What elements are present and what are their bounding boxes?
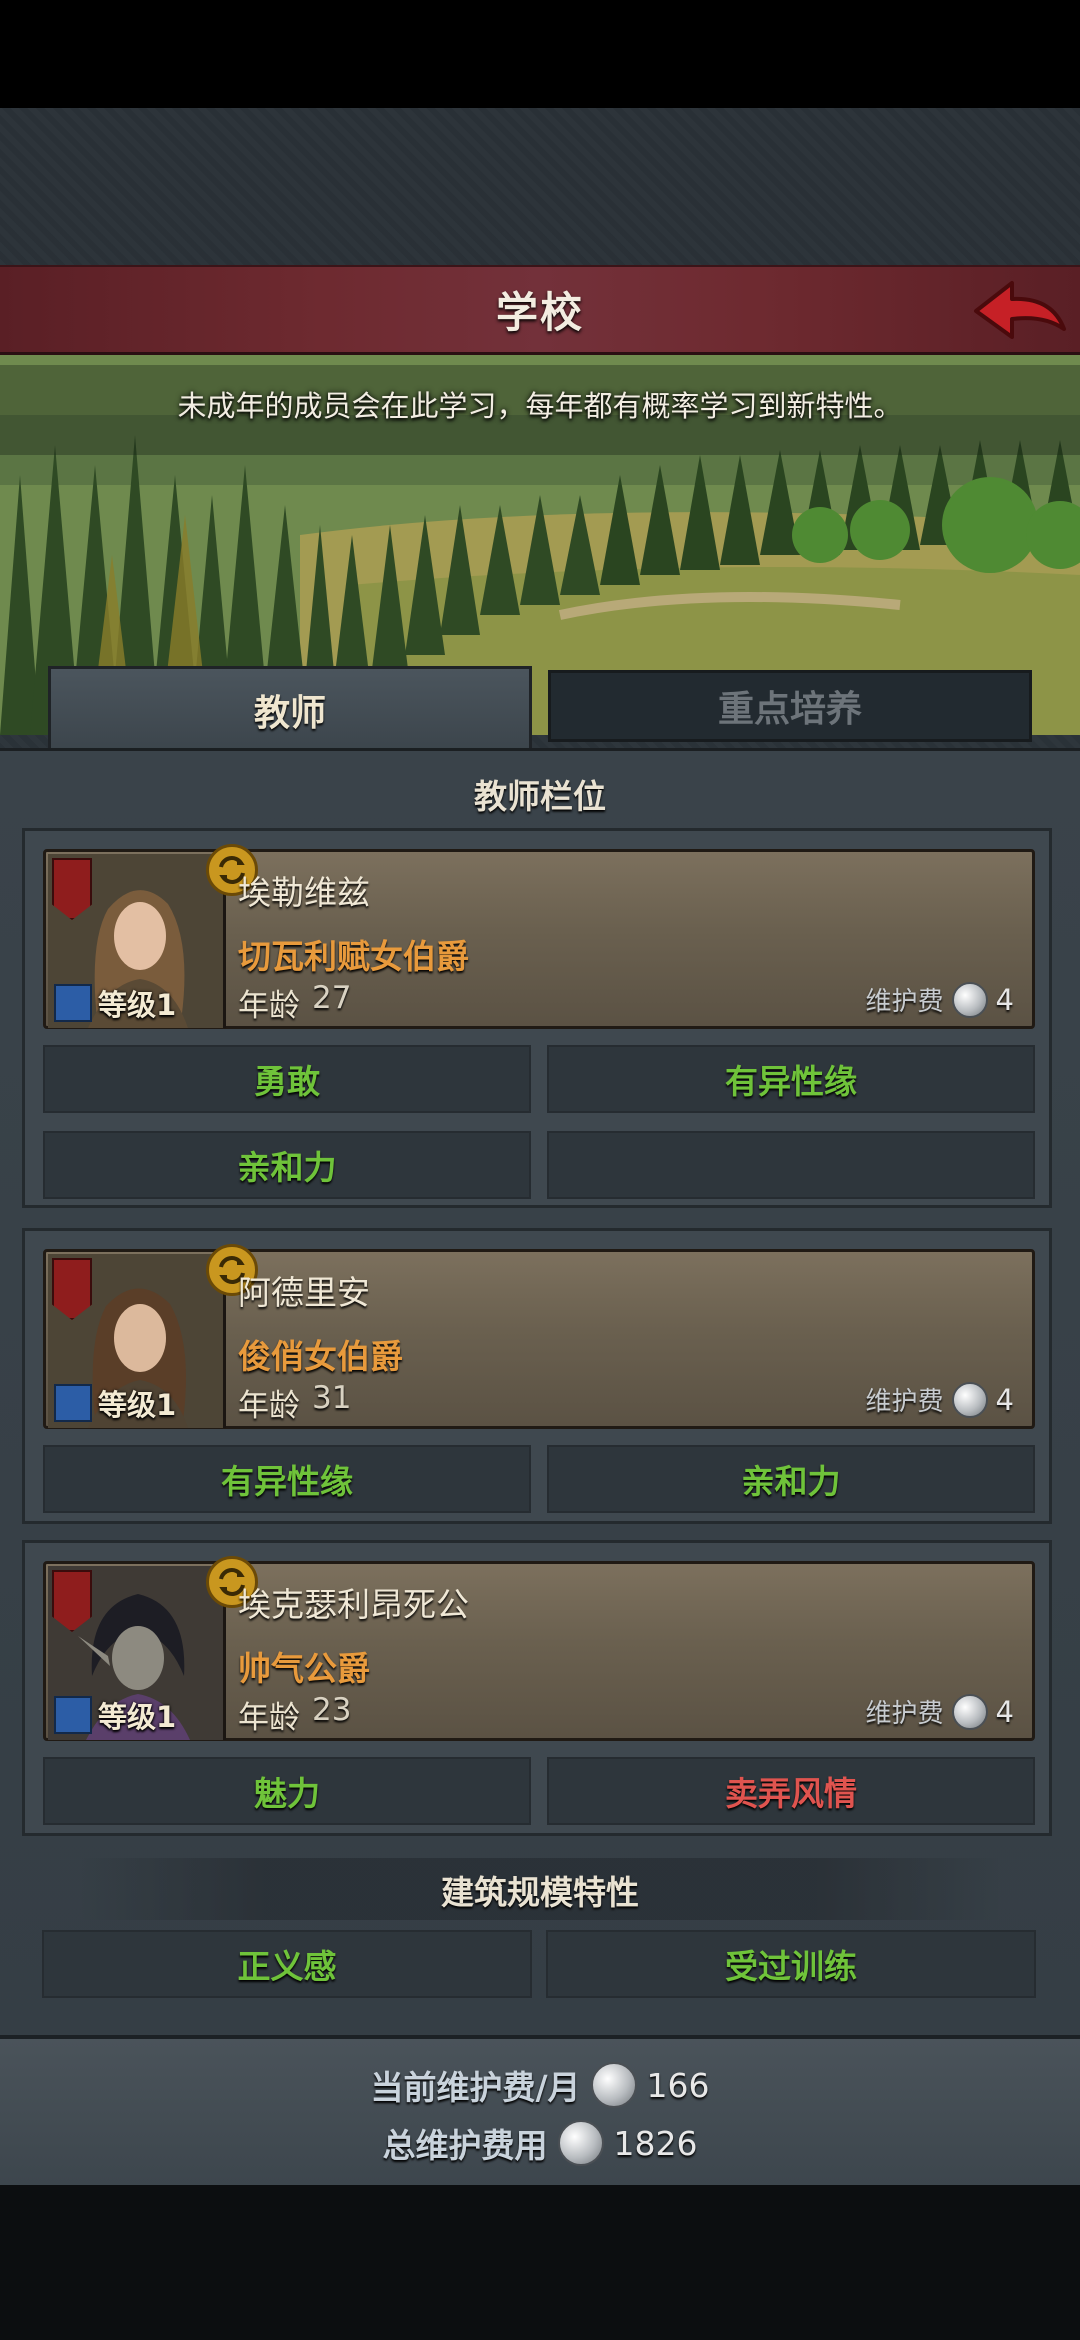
avatar: 等级1	[48, 1254, 226, 1428]
age-label: 年龄	[238, 1388, 300, 1424]
trait-cell[interactable]: 勇敢	[43, 1045, 531, 1113]
tab-teachers[interactable]: 教师	[48, 666, 532, 750]
silver-coin-icon	[557, 2120, 604, 2166]
silver-coin-icon	[951, 1693, 988, 1730]
total-upkeep-label: 总维护费用	[382, 2126, 548, 2165]
bottom-area	[0, 2185, 1080, 2340]
teacher-name: 埃克瑟利昂死公	[238, 1585, 469, 1624]
teacher-card[interactable]: 等级1 埃克瑟利昂死公 帅气公爵 年龄 23 维护费 4	[43, 1556, 1035, 1741]
age-value: 27	[312, 980, 352, 1016]
back-button[interactable]	[968, 273, 1072, 351]
fee-label: 维护费	[865, 1387, 944, 1417]
age-value: 23	[312, 1692, 352, 1728]
teacher-rank: 切瓦利赋女伯爵	[238, 937, 469, 976]
status-bar-area	[0, 0, 1080, 108]
total-upkeep-row: 总维护费用 1826	[0, 2119, 1080, 2167]
monthly-upkeep-label: 当前维护费/月	[370, 2068, 581, 2107]
upkeep-fee: 维护费 4	[866, 1381, 1014, 1418]
monthly-upkeep-value: 166	[646, 2065, 710, 2105]
teacher-card[interactable]: 等级1 埃勒维兹 切瓦利赋女伯爵 年龄 27 维护费 4	[43, 844, 1035, 1029]
skill-icon	[54, 1384, 92, 1422]
teacher-rank: 俊俏女伯爵	[238, 1337, 403, 1376]
building-trait-cell[interactable]: 受过训练	[546, 1930, 1036, 1998]
teacher-card[interactable]: 等级1 阿德里安 俊俏女伯爵 年龄 31 维护费 4	[43, 1244, 1035, 1429]
upkeep-fee: 维护费 4	[866, 1693, 1014, 1730]
silver-coin-icon	[590, 2062, 637, 2108]
trait-cell[interactable]: 魅力	[43, 1757, 531, 1825]
fee-value: 4	[995, 1382, 1014, 1417]
trait-cell-empty[interactable]	[547, 1131, 1035, 1199]
age-label: 年龄	[238, 988, 300, 1024]
teachers-section-title: 教师栏位	[474, 777, 606, 816]
age-label: 年龄	[238, 1700, 300, 1736]
title-bar: 学校	[0, 265, 1080, 355]
fee-label: 维护费	[865, 987, 944, 1017]
trait-cell[interactable]: 有异性缘	[547, 1045, 1035, 1113]
back-arrow-icon	[974, 281, 1066, 339]
avatar: 等级1	[48, 854, 226, 1028]
fee-value: 4	[995, 982, 1014, 1017]
teacher-name: 阿德里安	[238, 1273, 370, 1312]
monthly-upkeep-row: 当前维护费/月 166	[0, 2061, 1080, 2109]
page-title: 学校	[495, 288, 584, 337]
trait-cell[interactable]: 卖弄风情	[547, 1757, 1035, 1825]
upkeep-fee: 维护费 4	[866, 981, 1014, 1018]
age-value: 31	[312, 1380, 352, 1416]
fee-label: 维护费	[865, 1699, 944, 1729]
silver-coin-icon	[951, 981, 988, 1018]
building-trait-cell[interactable]: 正义感	[42, 1930, 532, 1998]
skill-icon	[54, 1696, 92, 1734]
fee-value: 4	[995, 1694, 1014, 1729]
teacher-rank: 帅气公爵	[238, 1649, 370, 1688]
trait-cell[interactable]: 有异性缘	[43, 1445, 531, 1513]
trait-cell[interactable]: 亲和力	[547, 1445, 1035, 1513]
teacher-level: 等级1	[98, 1388, 177, 1422]
total-upkeep-value: 1826	[613, 2123, 698, 2163]
upkeep-summary: 当前维护费/月 166 总维护费用 1826	[0, 2035, 1080, 2185]
teacher-slot-3: 等级1 埃克瑟利昂死公 帅气公爵 年龄 23 维护费 4 魅力 卖弄风情	[22, 1540, 1052, 1836]
teacher-name: 埃勒维兹	[238, 873, 370, 912]
teacher-level: 等级1	[98, 988, 177, 1022]
silver-coin-icon	[951, 1381, 988, 1418]
banner-description: 未成年的成员会在此学习，每年都有概率学习到新特性。	[177, 389, 903, 423]
tab-bar: 教师 重点培养	[0, 660, 1080, 750]
teacher-slot-1: 等级1 埃勒维兹 切瓦利赋女伯爵 年龄 27 维护费 4 勇敢 有异性缘 亲和力	[22, 828, 1052, 1208]
teacher-level: 等级1	[98, 1700, 177, 1734]
building-traits-title: 建筑规模特性	[441, 1873, 639, 1912]
teacher-slot-2: 等级1 阿德里安 俊俏女伯爵 年龄 31 维护费 4 有异性缘 亲和力	[22, 1228, 1052, 1524]
skill-icon	[54, 984, 92, 1022]
tab-focused-training[interactable]: 重点培养	[548, 670, 1032, 742]
avatar: 等级1	[48, 1566, 226, 1740]
trait-cell[interactable]: 亲和力	[43, 1131, 531, 1199]
